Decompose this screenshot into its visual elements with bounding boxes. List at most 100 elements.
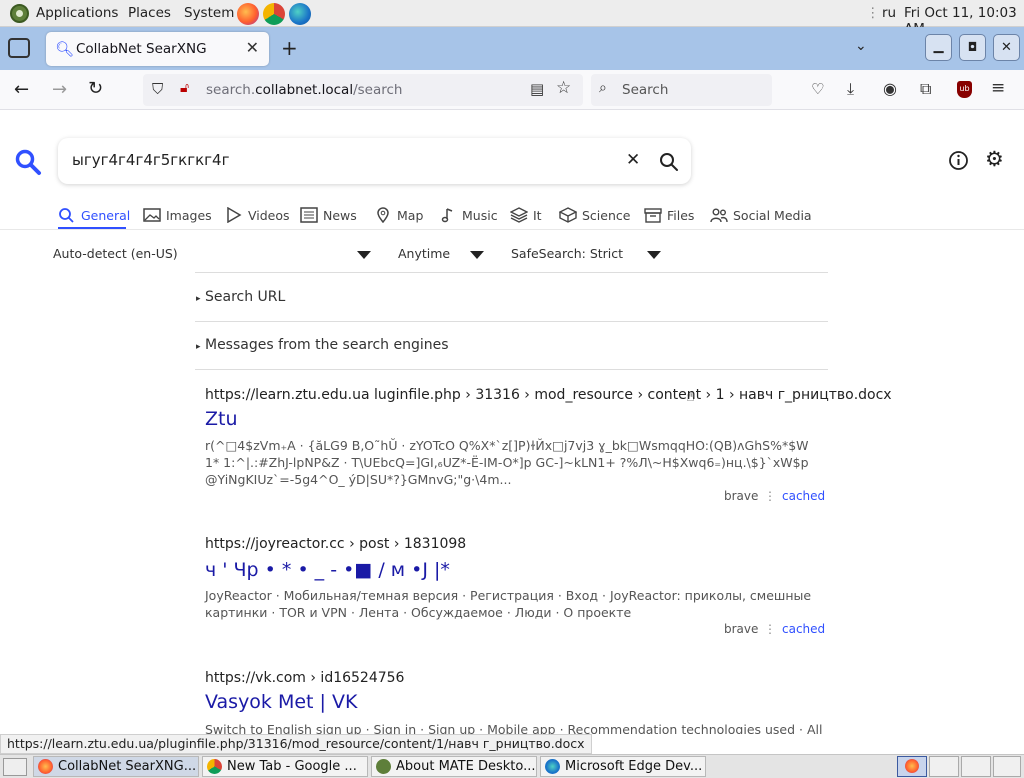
browser-search-placeholder: Search [622, 82, 669, 98]
time-dropdown-arrow-icon[interactable] [470, 251, 484, 259]
tab-general[interactable]: General [58, 202, 130, 228]
result-title-link[interactable]: Vasyok Met | VK [205, 691, 357, 713]
system-menu[interactable]: System [184, 5, 234, 21]
applications-menu[interactable]: Applications [36, 5, 118, 21]
insecure-lock-icon[interactable]: 🔓︎ [180, 80, 189, 96]
workspace-switcher-2[interactable] [929, 756, 959, 777]
preferences-gear-icon[interactable]: ⚙ [985, 147, 1004, 171]
tab-searxng[interactable]: 🔍︎ CollabNet SearXNG ✕ [46, 32, 269, 66]
safesearch-filter[interactable]: SafeSearch: Strict [511, 246, 623, 261]
result-engine: brave [724, 622, 759, 636]
more-dots-icon: ⋮ [764, 489, 776, 503]
tab-map[interactable]: Map [374, 202, 423, 228]
taskbar-item-firefox[interactable]: CollabNet SearXNG... [33, 756, 199, 777]
firefox-icon [38, 759, 53, 774]
chrome-launcher-icon[interactable] [263, 3, 285, 25]
keyboard-layout-indicator[interactable]: ru [882, 5, 896, 21]
reader-view-icon[interactable]: ▤ [530, 80, 544, 98]
tab-it[interactable]: It [510, 202, 542, 228]
tab-videos[interactable]: Videos [225, 202, 290, 228]
workspace-switcher-1[interactable] [897, 756, 927, 777]
tab-close-icon[interactable]: ✕ [246, 38, 259, 57]
category-divider [0, 229, 1024, 230]
show-desktop-icon[interactable] [3, 758, 27, 776]
searxng-logo-icon[interactable] [14, 148, 42, 176]
result-engine: brave [724, 489, 759, 503]
tab-list-chevron-icon[interactable]: ⌄ [855, 38, 867, 54]
cached-link[interactable]: cached [782, 489, 825, 503]
safesearch-dropdown-arrow-icon[interactable] [647, 251, 661, 259]
clear-search-icon[interactable]: ✕ [626, 150, 640, 170]
firefox-icon [905, 759, 919, 773]
tab-music[interactable]: Music [439, 202, 498, 228]
engine-messages-toggle[interactable]: ▸ Messages from the search engines [196, 337, 449, 353]
language-filter-label[interactable]: Auto-detect (en-US) [53, 246, 178, 261]
language-dropdown-arrow-icon[interactable] [357, 251, 371, 259]
extensions-icon[interactable]: ⧉ [920, 79, 931, 99]
window-minimize-button[interactable]: ▁ [925, 34, 952, 61]
edge-dev-launcher-icon[interactable] [289, 3, 311, 25]
hand-cursor-icon: ☝ [686, 389, 695, 405]
downloads-icon[interactable]: ⤓ [847, 79, 854, 99]
tab-science[interactable]: Science [559, 202, 630, 228]
ublock-origin-icon[interactable]: ub [957, 81, 972, 98]
window-maximize-button[interactable]: ◘ [959, 34, 986, 61]
new-tab-icon[interactable]: + [281, 36, 298, 60]
window-close-button[interactable]: ✕ [993, 34, 1020, 61]
result-title-link[interactable]: Ztu [205, 408, 238, 430]
workspace-switcher-4[interactable] [993, 756, 1021, 777]
pocket-icon[interactable]: ♡ [811, 80, 824, 98]
mate-icon [376, 759, 391, 774]
forward-arrow-icon[interactable]: → [52, 79, 67, 100]
files-box-icon [644, 208, 662, 223]
searxng-favicon-icon: 🔍︎ [55, 40, 75, 58]
divider [195, 321, 828, 322]
divider [195, 272, 828, 273]
tab-files[interactable]: Files [644, 202, 694, 228]
app-menu-hamburger-icon[interactable]: ≡ [991, 78, 1005, 98]
system-top-panel: Applications Places System ⋮ ru Fri Oct … [0, 0, 1024, 37]
news-icon [300, 207, 318, 223]
taskbar-item-chrome[interactable]: New Tab - Google ... [202, 756, 368, 777]
result-snippet: r(^□4$zVm₊А · {ăLG9 B,O˜hŬ · zYOTcO Q%X*… [205, 438, 809, 487]
bookmark-star-icon[interactable]: ☆ [556, 78, 571, 98]
cached-link[interactable]: cached [782, 622, 825, 636]
result-url[interactable]: https://vk.com › id16524756 [205, 670, 404, 686]
search-submit-icon[interactable] [659, 152, 679, 172]
tab-title: CollabNet SearXNG [76, 41, 207, 57]
divider [195, 369, 828, 370]
browser-search-box[interactable]: ⌕ Search [591, 74, 772, 106]
edge-icon [545, 759, 560, 774]
result-snippet: JoyReactor · Мобильная/темная версия · Р… [205, 588, 812, 620]
reload-icon[interactable]: ↻ [88, 78, 103, 99]
map-pin-icon [377, 207, 389, 223]
panel-separator: ⋮ [866, 5, 880, 21]
result-title-link[interactable]: ч ' Чр • * • _ - •■ / м •J |* [205, 559, 450, 581]
science-cube-icon [559, 207, 577, 223]
url-text[interactable]: search.collabnet.local/search [206, 82, 402, 98]
places-menu[interactable]: Places [128, 5, 171, 21]
general-search-icon [59, 208, 74, 223]
more-dots-icon: ⋮ [764, 622, 776, 636]
workspace-switcher-3[interactable] [961, 756, 991, 777]
time-range-filter[interactable]: Anytime [398, 246, 450, 261]
search-url-toggle[interactable]: ▸ Search URL [196, 289, 285, 305]
tracking-shield-icon[interactable]: ⛉ [152, 80, 163, 98]
firefox-view-icon[interactable] [8, 38, 30, 58]
result-url[interactable]: https://joyreactor.cc › post › 1831098 [205, 536, 466, 552]
search-query-input[interactable]: ыгуг4г4г4г5гкгкг4г [72, 151, 230, 169]
tab-social-media[interactable]: Social Media [710, 202, 812, 228]
result-url[interactable]: https://learn.ztu.edu.ua luginfile.php ›… [205, 387, 892, 403]
mate-logo-icon[interactable] [10, 4, 29, 23]
images-icon [143, 208, 161, 222]
firefox-launcher-icon[interactable] [237, 3, 259, 25]
back-arrow-icon[interactable]: ← [14, 79, 29, 100]
info-icon[interactable] [948, 150, 969, 171]
taskbar-item-about-mate[interactable]: About MATE Deskto... [371, 756, 537, 777]
tab-news[interactable]: News [300, 202, 357, 228]
tab-images[interactable]: Images [143, 202, 212, 228]
category-tabs: General Images Videos News Map Music It … [58, 202, 838, 228]
taskbar-item-edge-dev[interactable]: Microsoft Edge Dev... [540, 756, 706, 777]
account-icon[interactable]: ◉ [883, 79, 897, 98]
search-icon: ⌕ [599, 80, 607, 96]
